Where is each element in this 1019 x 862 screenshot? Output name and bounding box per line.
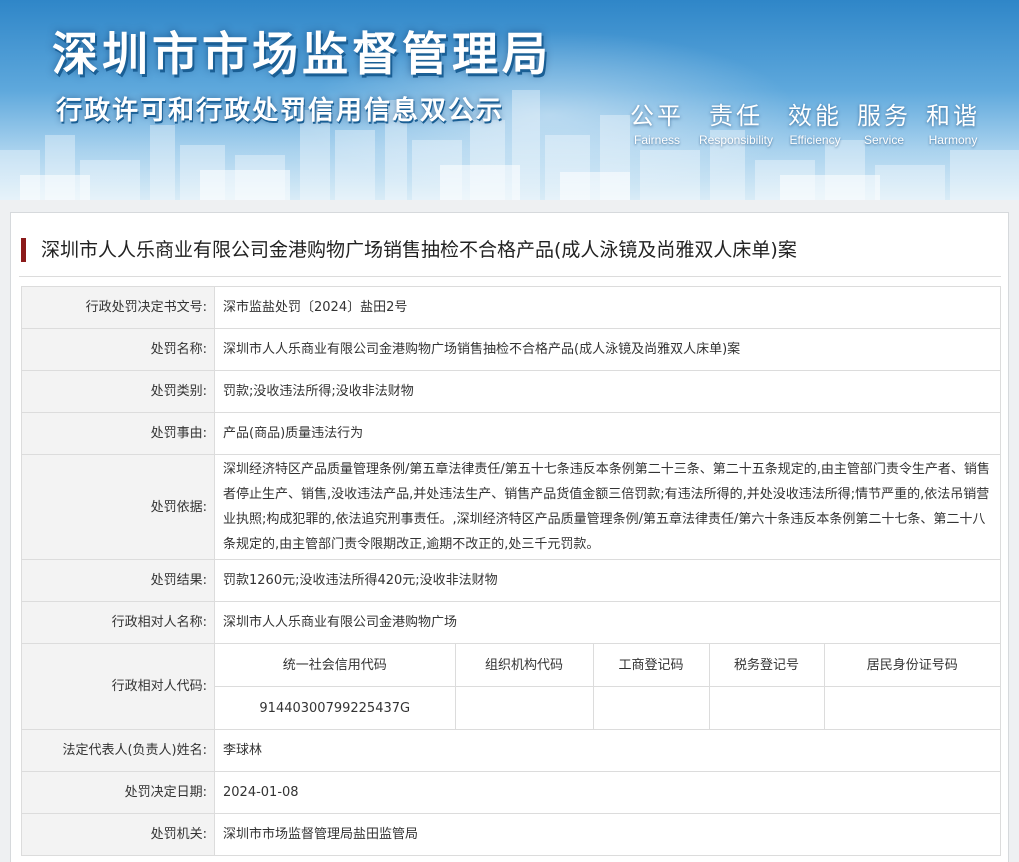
slogan-cn: 公平 bbox=[630, 102, 684, 130]
code-header: 居民身份证号码 bbox=[823, 644, 1000, 687]
row-label: 处罚类别: bbox=[21, 370, 215, 413]
code-header: 统一社会信用代码 bbox=[215, 644, 456, 687]
table-row: 处罚事由: 产品(商品)质量违法行为 bbox=[21, 412, 1001, 455]
slogan-word: 责任 Responsibility bbox=[699, 96, 773, 147]
party-code-cell: 统一社会信用代码 组织机构代码 工商登记码 税务登记号 居民身份证号码 9144… bbox=[214, 643, 1001, 730]
row-label: 处罚名称: bbox=[21, 328, 215, 371]
slogan-en: Harmony bbox=[928, 133, 978, 147]
slogan: 公平 Fairness 责任 Responsibility 效能 Efficie… bbox=[630, 96, 980, 147]
code-header: 组织机构代码 bbox=[454, 644, 594, 687]
table-row: 处罚类别: 罚款;没收违法所得;没收非法财物 bbox=[21, 370, 1001, 413]
slogan-en: Responsibility bbox=[698, 133, 774, 147]
case-detail-table: 行政处罚决定书文号: 深市监盐处罚〔2024〕盐田2号 处罚名称: 深圳市人人乐… bbox=[21, 286, 1001, 856]
decision-date: 2024-01-08 bbox=[214, 771, 1001, 814]
slogan-word: 服务 Service bbox=[857, 96, 911, 147]
legal-representative: 李球林 bbox=[214, 729, 1001, 772]
slogan-cn: 责任 bbox=[709, 102, 763, 130]
row-label: 法定代表人(负责人)姓名: bbox=[21, 729, 215, 772]
row-label: 行政相对人代码: bbox=[21, 643, 215, 730]
slogan-word: 效能 Efficiency bbox=[788, 96, 842, 147]
penalty-authority: 深圳市市场监督管理局盐田监管局 bbox=[214, 813, 1001, 856]
table-row: 法定代表人(负责人)姓名: 李球林 bbox=[21, 729, 1001, 772]
table-row: 处罚决定日期: 2024-01-08 bbox=[21, 771, 1001, 814]
case-title: 深圳市人人乐商业有限公司金港购物广场销售抽检不合格产品(成人泳镜及尚雅双人床单)… bbox=[41, 239, 797, 261]
row-label: 处罚机关: bbox=[21, 813, 215, 856]
code-header: 工商登记码 bbox=[592, 644, 710, 687]
org-code-value bbox=[454, 686, 594, 729]
table-row: 处罚机关: 深圳市市场监督管理局盐田监管局 bbox=[21, 813, 1001, 856]
table-row: 行政相对人名称: 深圳市人人乐商业有限公司金港购物广场 bbox=[21, 601, 1001, 644]
slogan-cn: 服务 bbox=[857, 102, 911, 130]
row-label: 处罚事由: bbox=[21, 412, 215, 455]
slogan-en: Service bbox=[863, 133, 904, 147]
slogan-cn: 和谐 bbox=[925, 102, 980, 130]
party-code-table: 统一社会信用代码 组织机构代码 工商登记码 税务登记号 居民身份证号码 9144… bbox=[215, 644, 1000, 729]
id-card-value bbox=[823, 686, 1000, 729]
slogan-word: 和谐 Harmony bbox=[926, 96, 980, 147]
decision-doc-number: 深市监盐处罚〔2024〕盐田2号 bbox=[214, 286, 1001, 329]
row-label: 处罚依据: bbox=[21, 454, 215, 560]
table-row: 行政处罚决定书文号: 深市监盐处罚〔2024〕盐田2号 bbox=[21, 286, 1001, 329]
header-banner: 深圳市市场监督管理局 行政许可和行政处罚信用信息双公示 公平 Fairness … bbox=[0, 0, 1019, 200]
penalty-name: 深圳市人人乐商业有限公司金港购物广场销售抽检不合格产品(成人泳镜及尚雅双人床单)… bbox=[214, 328, 1001, 371]
penalty-basis: 深圳经济特区产品质量管理条例/第五章法律责任/第五十七条违反本条例第二十三条、第… bbox=[214, 454, 1001, 560]
slogan-en: Fairness bbox=[633, 133, 680, 147]
penalty-reason: 产品(商品)质量违法行为 bbox=[214, 412, 1001, 455]
penalty-category: 罚款;没收违法所得;没收非法财物 bbox=[214, 370, 1001, 413]
slogan-word: 公平 Fairness bbox=[630, 96, 684, 147]
row-label: 行政相对人名称: bbox=[21, 601, 215, 644]
title-accent-bar bbox=[21, 238, 26, 262]
main-content: 深圳市人人乐商业有限公司金港购物广场销售抽检不合格产品(成人泳镜及尚雅双人床单)… bbox=[10, 212, 1009, 862]
slogan-en: Efficiency bbox=[789, 133, 841, 147]
penalty-result: 罚款1260元;没收违法所得420元;没收非法财物 bbox=[214, 559, 1001, 602]
business-reg-value bbox=[592, 686, 710, 729]
site-title: 深圳市市场监督管理局 bbox=[52, 27, 552, 81]
site-subtitle: 行政许可和行政处罚信用信息双公示 bbox=[56, 96, 505, 126]
row-label: 处罚决定日期: bbox=[21, 771, 215, 814]
code-header-row: 统一社会信用代码 组织机构代码 工商登记码 税务登记号 居民身份证号码 bbox=[215, 644, 1000, 687]
table-row: 处罚结果: 罚款1260元;没收违法所得420元;没收非法财物 bbox=[21, 559, 1001, 602]
credit-code-value: 91440300799225437G bbox=[215, 686, 456, 729]
row-label: 行政处罚决定书文号: bbox=[21, 286, 215, 329]
code-header: 税务登记号 bbox=[708, 644, 825, 687]
tax-reg-value bbox=[708, 686, 825, 729]
table-row: 处罚名称: 深圳市人人乐商业有限公司金港购物广场销售抽检不合格产品(成人泳镜及尚… bbox=[21, 328, 1001, 371]
slogan-cn: 效能 bbox=[788, 102, 843, 130]
row-label: 处罚结果: bbox=[21, 559, 215, 602]
party-name: 深圳市人人乐商业有限公司金港购物广场 bbox=[214, 601, 1001, 644]
code-value-row: 91440300799225437G bbox=[215, 686, 1000, 729]
case-title-bar: 深圳市人人乐商业有限公司金港购物广场销售抽检不合格产品(成人泳镜及尚雅双人床单)… bbox=[19, 235, 1001, 277]
table-row: 处罚依据: 深圳经济特区产品质量管理条例/第五章法律责任/第五十七条违反本条例第… bbox=[21, 454, 1001, 560]
table-row: 行政相对人代码: 统一社会信用代码 组织机构代码 工商登记码 税务登记号 居民身… bbox=[21, 643, 1001, 730]
